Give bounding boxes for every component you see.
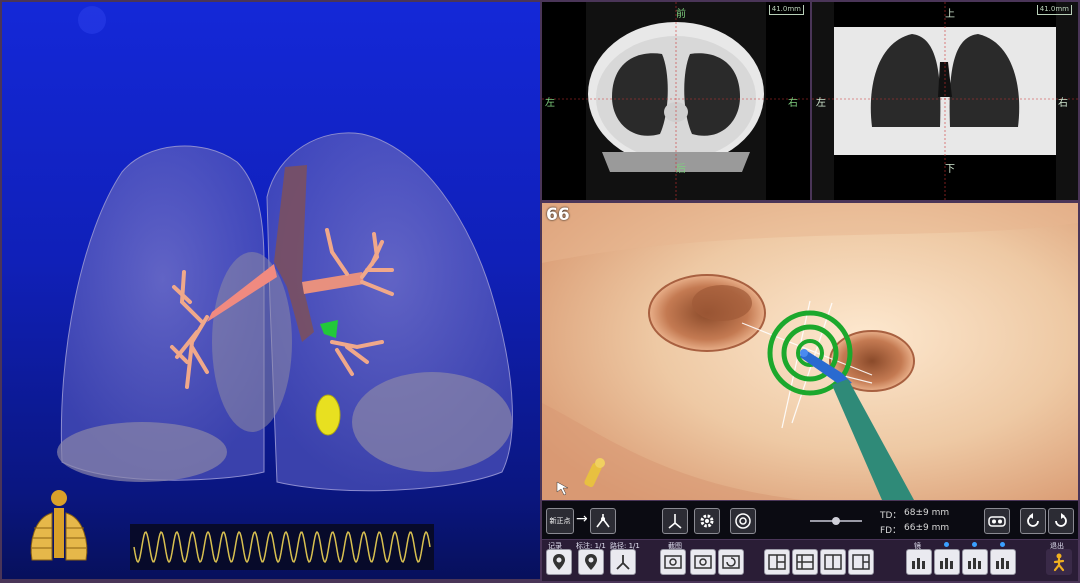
indicator-dot — [944, 542, 949, 547]
screenshot-zoom-button[interactable] — [660, 549, 686, 575]
path-button[interactable] — [590, 508, 616, 534]
td-label: TD： — [880, 511, 902, 521]
path-select-button[interactable] — [610, 549, 636, 575]
zoom-screen-icon — [664, 555, 682, 569]
navigation-toolbar: 新正点 → TD： 68±9 mm FD： 66±9 mm — [542, 501, 1078, 539]
gear-icon — [700, 514, 714, 528]
undo-screen-icon — [722, 555, 740, 569]
ct-axial-view[interactable]: 前 后 左 右 41.0mm — [542, 2, 810, 200]
virtual-bronchoscopy-view[interactable]: 66 — [542, 203, 1078, 500]
coronal-label-bottom: 下 — [945, 164, 955, 175]
coronal-label-left: 左 — [816, 98, 826, 109]
axial-scale: 41.0mm — [768, 5, 804, 15]
bronchoscopy-render — [542, 203, 1078, 500]
rotate-left-button[interactable] — [1020, 508, 1046, 534]
layout-2-button[interactable] — [792, 549, 818, 575]
zoom-screen-icon — [694, 555, 712, 569]
exit-button[interactable] — [1046, 549, 1072, 575]
td-value: 68±9 mm — [904, 508, 950, 518]
ct-coronal-view[interactable]: 上 下 左 右 41.0mm — [812, 2, 1078, 200]
bars-icon — [912, 558, 925, 569]
vr-glasses-icon — [988, 516, 1006, 527]
axial-label-left: 左 — [545, 98, 555, 109]
rotate-cw-icon — [1055, 513, 1067, 527]
scope-4-button[interactable] — [990, 549, 1016, 575]
app-window: 前 后 左 右 41.0mm 上 下 左 右 41.0mm 66 新正点 → T… — [0, 0, 1080, 583]
coronal-label-right: 右 — [1058, 98, 1068, 109]
zoom-slider[interactable] — [810, 517, 862, 525]
function-toolbar: 记录 标注: 1/1 路径: 1/1 截图 镜 退出 — [542, 540, 1078, 581]
rotate-ccw-icon — [1027, 513, 1039, 527]
layout-grid-icon — [768, 554, 786, 570]
view-axis-button[interactable] — [662, 508, 688, 534]
focus-button[interactable] — [730, 508, 756, 534]
layout-4-button[interactable] — [848, 549, 874, 575]
arrow-right-icon: → — [576, 511, 588, 527]
axis-icon — [668, 514, 682, 529]
fd-value: 66±9 mm — [904, 523, 950, 533]
scope-1-button[interactable] — [906, 549, 932, 575]
target-icon — [735, 513, 751, 529]
respiration-waveform — [130, 524, 434, 570]
layout-1-button[interactable] — [764, 549, 790, 575]
screenshot-search-button[interactable] — [690, 549, 716, 575]
marker-button[interactable] — [578, 549, 604, 575]
indicator-dot — [1000, 542, 1005, 547]
location-pin-icon — [585, 554, 597, 570]
bars-icon — [940, 558, 953, 569]
rotate-right-button[interactable] — [1048, 508, 1074, 534]
scope-3-button[interactable] — [962, 549, 988, 575]
scope-2-button[interactable] — [934, 549, 960, 575]
bars-icon — [968, 558, 981, 569]
zoom-slider-thumb[interactable] — [832, 517, 840, 525]
layout-grid-icon — [852, 554, 870, 570]
new-point-label: 新正点 — [549, 517, 571, 525]
layout-grid-icon — [824, 554, 842, 570]
record-button[interactable] — [546, 549, 572, 575]
screenshot-undo-button[interactable] — [718, 549, 744, 575]
lung-3d-view[interactable] — [2, 2, 540, 579]
settings-button[interactable] — [694, 508, 720, 534]
exit-person-icon — [1053, 553, 1065, 572]
axial-label-top: 前 — [676, 9, 686, 20]
coronal-scale: 41.0mm — [1036, 5, 1072, 15]
layout-3-button[interactable] — [820, 549, 846, 575]
bars-icon — [996, 558, 1009, 569]
axial-label-right: 右 — [788, 98, 798, 109]
frame-number: 66 — [546, 205, 570, 225]
body-orientation-icon — [30, 490, 88, 561]
vr-button[interactable] — [984, 508, 1010, 534]
axial-label-bottom: 后 — [676, 164, 686, 175]
indicator-dot — [972, 542, 977, 547]
layout-grid-icon — [796, 554, 814, 570]
route-icon — [596, 514, 610, 528]
new-point-button[interactable]: 新正点 — [546, 508, 574, 534]
route-icon — [616, 555, 630, 570]
fd-label: FD： — [880, 526, 902, 536]
coronal-label-top: 上 — [945, 9, 955, 20]
location-check-icon — [553, 554, 565, 570]
